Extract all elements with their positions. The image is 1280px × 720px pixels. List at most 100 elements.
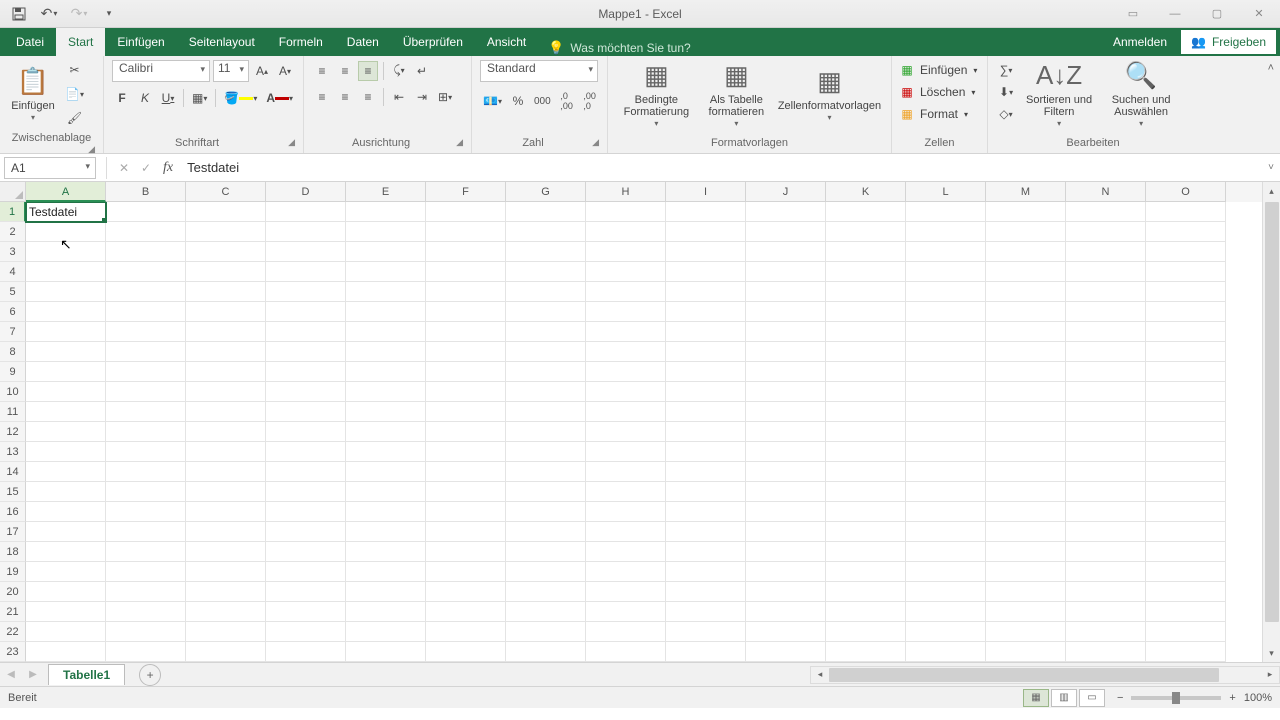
cell[interactable]: [106, 402, 186, 422]
cell[interactable]: [1066, 542, 1146, 562]
cell[interactable]: [1146, 442, 1226, 462]
row-header[interactable]: 20: [0, 582, 26, 602]
cell[interactable]: [1146, 262, 1226, 282]
cell[interactable]: [666, 502, 746, 522]
cell[interactable]: [346, 302, 426, 322]
cell[interactable]: [586, 602, 666, 622]
cell[interactable]: [906, 202, 986, 222]
cell[interactable]: [106, 622, 186, 642]
cell[interactable]: [906, 242, 986, 262]
cell[interactable]: [1066, 382, 1146, 402]
cell[interactable]: [186, 422, 266, 442]
column-header[interactable]: N: [1066, 182, 1146, 202]
scroll-thumb[interactable]: [1265, 202, 1279, 622]
cell[interactable]: [1146, 582, 1226, 602]
cell[interactable]: [906, 302, 986, 322]
cell[interactable]: [586, 462, 666, 482]
cell[interactable]: [106, 522, 186, 542]
cell[interactable]: [506, 362, 586, 382]
cell[interactable]: [1146, 522, 1226, 542]
cell[interactable]: [506, 342, 586, 362]
cell[interactable]: [266, 522, 346, 542]
column-header[interactable]: A: [26, 182, 106, 202]
cell[interactable]: [266, 322, 346, 342]
cell[interactable]: [426, 242, 506, 262]
enter-formula-icon[interactable]: ✓: [135, 157, 157, 179]
align-left-button[interactable]: ≡: [312, 87, 332, 107]
cell[interactable]: [986, 342, 1066, 362]
cell[interactable]: [106, 362, 186, 382]
cell[interactable]: [266, 362, 346, 382]
cell[interactable]: [186, 322, 266, 342]
share-button[interactable]: 👥Freigeben: [1181, 30, 1276, 54]
clipboard-dialog-icon[interactable]: ◢: [88, 144, 95, 155]
cell[interactable]: [906, 322, 986, 342]
cell[interactable]: [26, 242, 106, 262]
row-header[interactable]: 18: [0, 542, 26, 562]
cell[interactable]: [1066, 322, 1146, 342]
cell[interactable]: [586, 422, 666, 442]
tell-me-search[interactable]: 💡Was möchten Sie tun?: [548, 40, 690, 56]
cell[interactable]: [586, 362, 666, 382]
cell[interactable]: [906, 482, 986, 502]
cell[interactable]: [426, 322, 506, 342]
cell[interactable]: [906, 422, 986, 442]
cell[interactable]: [26, 422, 106, 442]
row-header[interactable]: 10: [0, 382, 26, 402]
cell[interactable]: [1066, 562, 1146, 582]
cell[interactable]: [506, 602, 586, 622]
cell[interactable]: [746, 502, 826, 522]
align-right-button[interactable]: ≡: [358, 87, 378, 107]
cell[interactable]: [266, 282, 346, 302]
cell[interactable]: [1146, 222, 1226, 242]
cell[interactable]: [106, 542, 186, 562]
cell[interactable]: [426, 582, 506, 602]
cell[interactable]: [586, 482, 666, 502]
cell[interactable]: [746, 522, 826, 542]
cell[interactable]: [26, 222, 106, 242]
cell[interactable]: [186, 542, 266, 562]
column-header[interactable]: C: [186, 182, 266, 202]
cell[interactable]: [426, 522, 506, 542]
cell[interactable]: [106, 422, 186, 442]
fill-button[interactable]: ⬇▾: [996, 82, 1016, 102]
cell[interactable]: [1066, 362, 1146, 382]
cell[interactable]: [586, 402, 666, 422]
cell[interactable]: Testdatei: [26, 202, 106, 222]
cell[interactable]: [186, 242, 266, 262]
cell[interactable]: [746, 222, 826, 242]
cell[interactable]: [666, 382, 746, 402]
cell[interactable]: [346, 382, 426, 402]
cell[interactable]: [266, 202, 346, 222]
cell[interactable]: [186, 302, 266, 322]
cell[interactable]: [506, 522, 586, 542]
cell[interactable]: [906, 402, 986, 422]
cell[interactable]: [346, 422, 426, 442]
cell[interactable]: [1066, 602, 1146, 622]
cell[interactable]: [26, 482, 106, 502]
row-header[interactable]: 17: [0, 522, 26, 542]
cell[interactable]: [986, 282, 1066, 302]
wrap-text-button[interactable]: ↵: [412, 61, 432, 81]
cell[interactable]: [266, 502, 346, 522]
cell[interactable]: [1066, 262, 1146, 282]
cell[interactable]: [426, 202, 506, 222]
column-header[interactable]: G: [506, 182, 586, 202]
column-header[interactable]: J: [746, 182, 826, 202]
cell[interactable]: [826, 502, 906, 522]
cell[interactable]: [746, 322, 826, 342]
cell[interactable]: [506, 302, 586, 322]
cell[interactable]: [106, 302, 186, 322]
cell[interactable]: [1146, 482, 1226, 502]
cell[interactable]: [1066, 342, 1146, 362]
cell[interactable]: [586, 522, 666, 542]
zoom-in-button[interactable]: +: [1229, 692, 1235, 704]
cell[interactable]: [906, 502, 986, 522]
cancel-formula-icon[interactable]: ✕: [113, 157, 135, 179]
cell[interactable]: [266, 622, 346, 642]
font-name-combo[interactable]: Calibri: [112, 60, 210, 82]
cell[interactable]: [106, 382, 186, 402]
cell[interactable]: [666, 342, 746, 362]
cell[interactable]: [586, 342, 666, 362]
cell[interactable]: [106, 242, 186, 262]
